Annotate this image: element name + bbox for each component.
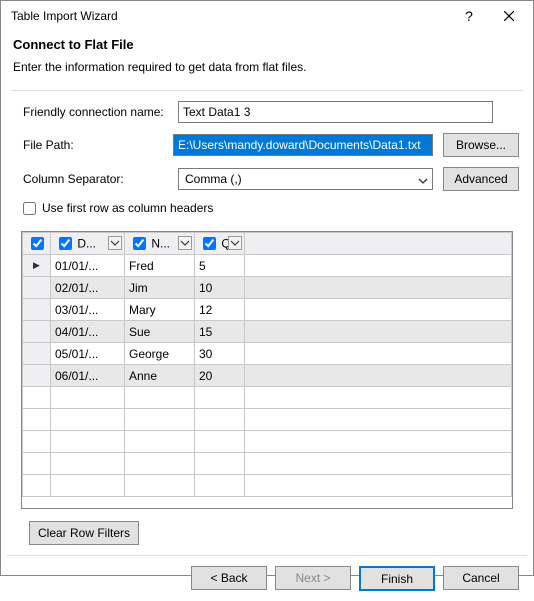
column-separator-select[interactable]: Comma (,) — [178, 168, 433, 190]
cell-empty — [245, 299, 512, 321]
back-button[interactable]: < Back — [191, 566, 267, 590]
connection-name-label: Friendly connection name: — [23, 105, 178, 119]
column-q-filter-icon[interactable] — [228, 236, 242, 250]
connection-name-input[interactable] — [178, 101, 493, 123]
column-header-d[interactable]: D... — [51, 233, 125, 255]
column-header-n[interactable]: N... — [125, 233, 195, 255]
cell-n: Jim — [125, 277, 195, 299]
cell-n: George — [125, 343, 195, 365]
column-separator-value: Comma (,) — [185, 172, 242, 186]
wizard-footer: < Back Next > Finish Cancel — [1, 556, 533, 601]
column-d-label: D... — [77, 237, 96, 251]
table-row[interactable]: 04/01/... Sue 15 — [23, 321, 512, 343]
cell-d: 04/01/... — [51, 321, 125, 343]
file-path-label: File Path: — [23, 138, 173, 152]
table-row-empty — [23, 409, 512, 431]
preview-grid: D... N... Q. 01/01/... — [21, 231, 513, 509]
row-selector[interactable] — [23, 321, 51, 343]
cell-d: 06/01/... — [51, 365, 125, 387]
column-n-checkbox[interactable] — [133, 237, 146, 250]
cancel-button[interactable]: Cancel — [443, 566, 519, 590]
table-row[interactable]: 02/01/... Jim 10 — [23, 277, 512, 299]
title-bar: Table Import Wizard ? — [1, 1, 533, 31]
row-selector[interactable] — [23, 343, 51, 365]
help-button[interactable]: ? — [449, 2, 489, 30]
table-row-empty — [23, 453, 512, 475]
grid-corner — [23, 233, 51, 255]
first-row-headers-label: Use first row as column headers — [42, 201, 213, 215]
column-separator-label: Column Separator: — [23, 172, 178, 186]
table-row-empty — [23, 431, 512, 453]
cell-d: 05/01/... — [51, 343, 125, 365]
column-n-label: N... — [151, 237, 170, 251]
browse-button[interactable]: Browse... — [443, 133, 519, 157]
first-row-headers-checkbox[interactable] — [23, 202, 36, 215]
column-d-filter-icon[interactable] — [108, 236, 122, 250]
cell-q: 15 — [195, 321, 245, 343]
file-path-input[interactable]: E:\Users\mandy.doward\Documents\Data1.tx… — [173, 134, 433, 156]
form-area: Friendly connection name: File Path: E:\… — [1, 91, 533, 221]
cell-empty — [245, 343, 512, 365]
cell-n: Fred — [125, 255, 195, 277]
window-title: Table Import Wizard — [11, 9, 449, 23]
page-title: Connect to Flat File — [13, 37, 521, 52]
cell-q: 12 — [195, 299, 245, 321]
wizard-header: Connect to Flat File Enter the informati… — [1, 31, 533, 84]
chevron-down-icon — [418, 173, 428, 187]
cell-n: Mary — [125, 299, 195, 321]
cell-n: Sue — [125, 321, 195, 343]
row-selector[interactable] — [23, 255, 51, 277]
advanced-button[interactable]: Advanced — [443, 167, 519, 191]
row-selector[interactable] — [23, 365, 51, 387]
cell-empty — [245, 277, 512, 299]
cell-q: 20 — [195, 365, 245, 387]
column-d-checkbox[interactable] — [59, 237, 72, 250]
cell-d: 02/01/... — [51, 277, 125, 299]
close-icon — [504, 11, 514, 21]
cell-empty — [245, 365, 512, 387]
column-header-empty — [245, 233, 512, 255]
table-row[interactable]: 01/01/... Fred 5 — [23, 255, 512, 277]
row-selector[interactable] — [23, 299, 51, 321]
column-q-checkbox[interactable] — [203, 237, 216, 250]
cell-d: 03/01/... — [51, 299, 125, 321]
select-all-checkbox[interactable] — [31, 237, 44, 250]
table-row[interactable]: 06/01/... Anne 20 — [23, 365, 512, 387]
table-row[interactable]: 03/01/... Mary 12 — [23, 299, 512, 321]
grid-body: 01/01/... Fred 5 02/01/... Jim 10 03/01/… — [23, 255, 512, 497]
column-n-filter-icon[interactable] — [178, 236, 192, 250]
grid-header-row: D... N... Q. — [23, 233, 512, 255]
table-row-empty — [23, 475, 512, 497]
cell-q: 10 — [195, 277, 245, 299]
cell-empty — [245, 255, 512, 277]
table-row[interactable]: 05/01/... George 30 — [23, 343, 512, 365]
cell-q: 30 — [195, 343, 245, 365]
cell-q: 5 — [195, 255, 245, 277]
column-header-q[interactable]: Q. — [195, 233, 245, 255]
close-button[interactable] — [489, 2, 529, 30]
next-button[interactable]: Next > — [275, 566, 351, 590]
page-subtitle: Enter the information required to get da… — [13, 60, 521, 74]
table-row-empty — [23, 387, 512, 409]
file-path-value: E:\Users\mandy.doward\Documents\Data1.tx… — [173, 134, 433, 156]
finish-button[interactable]: Finish — [359, 566, 435, 591]
row-selector[interactable] — [23, 277, 51, 299]
cell-n: Anne — [125, 365, 195, 387]
cell-d: 01/01/... — [51, 255, 125, 277]
clear-row-filters-button[interactable]: Clear Row Filters — [29, 521, 139, 545]
cell-empty — [245, 321, 512, 343]
